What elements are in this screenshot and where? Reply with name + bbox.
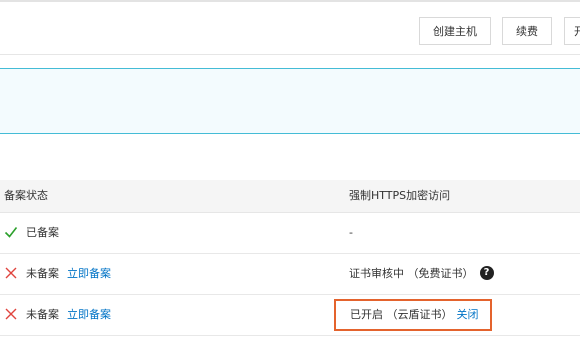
https-status-text: - [349,226,353,239]
record-status-text: 已备案 [26,226,59,239]
table-row: 未备案 立即备案 [0,295,580,336]
apply-record-link[interactable]: 立即备案 [67,308,111,321]
record-status-text: 未备案 [26,267,59,280]
column-header-https-access: 强制HTTPS加密访问 [349,189,451,202]
https-status-text: 证书审核中 （免费证书） [349,267,474,280]
info-panel [0,68,580,134]
record-status-text: 未备案 [26,308,59,321]
column-header-record-status: 备案状态 [4,189,48,202]
cross-icon [5,267,17,279]
https-status-text: 已开启 （云盾证书） [350,308,453,321]
record-status-cell: 已备案 [4,213,59,253]
record-status-cell: 未备案 立即备案 [4,254,111,294]
https-cell: 证书审核中 （免费证书）? [349,254,494,294]
toolbar: 创建主机 续费 开 [0,2,580,55]
cross-icon [5,308,17,320]
close-https-link[interactable]: 关闭 [457,308,479,321]
check-icon [4,227,18,238]
record-status-cell: 未备案 立即备案 [4,295,111,335]
table-row: 已备案 - [0,213,580,254]
help-icon[interactable]: ? [479,266,494,280]
table-row: 未备案 立即备案 证书审核中 （免费证书）? [0,254,580,295]
https-cell: - [349,213,353,253]
more-action-button[interactable]: 开 [564,17,580,45]
https-enabled-highlight: 已开启 （云盾证书） 关闭 [334,299,492,331]
table-header: 备案状态 强制HTTPS加密访问 [0,180,580,213]
renew-button[interactable]: 续费 [502,17,552,45]
create-host-button[interactable]: 创建主机 [419,17,491,45]
apply-record-link[interactable]: 立即备案 [67,267,111,280]
